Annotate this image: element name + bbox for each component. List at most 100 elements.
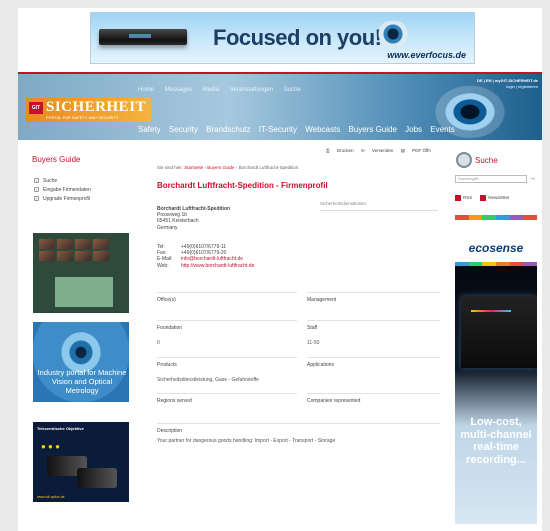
menu-item-enter-data[interactable]: › Eingabe Firmendaten — [34, 185, 91, 194]
companies-label: Companies represented — [307, 398, 361, 404]
applications-label: Applications — [307, 362, 334, 368]
arrow-icon: › — [34, 187, 39, 192]
site-logo[interactable]: GIT SICHERHEIT PORTAL FÜR SAFETY UND SEC… — [26, 98, 151, 122]
offices-label: Office(s) — [157, 297, 176, 303]
light-dots-icon: ● ● ● — [41, 442, 60, 451]
top-nav-item[interactable]: Veranstaltungen — [230, 87, 273, 93]
staff-label: Staff — [307, 325, 318, 331]
products-label: Products — [157, 362, 177, 368]
offices-section: Office(s) — [157, 292, 297, 303]
main-nav: Safety Security Brandschutz IT-Security … — [138, 125, 461, 134]
top-banner-ad[interactable]: Focused on you! www.everfocus.de — [90, 12, 475, 64]
contact-info: Tel: +49(0)6107/6779-11 Fax: +49(0)6107/67… — [157, 244, 254, 269]
main-nav-item[interactable]: Buyers Guide — [348, 125, 396, 134]
main-nav-item[interactable]: Safety — [138, 125, 161, 134]
site-header: Home Messages Media Veranstaltungen Such… — [18, 72, 542, 140]
color-stripe — [455, 215, 538, 220]
page-actions: ⎙ Drucken ✉ Versenden ▤ PDF Öffn — [320, 148, 431, 154]
newsletter-label: Newsletter — [488, 195, 510, 201]
ecosense-logo[interactable]: ecosense — [455, 235, 537, 261]
send-button[interactable]: ✉ Versenden — [361, 148, 394, 153]
search-submit-arrow-icon[interactable]: → — [529, 175, 537, 183]
arrow-icon: › — [34, 178, 39, 183]
dvr-device-image — [99, 29, 187, 45]
rss-link[interactable]: RSS — [455, 195, 472, 201]
menu-item-upgrade[interactable]: › Upgrade Firmenprofil — [34, 194, 91, 203]
search-input[interactable]: Suchbegriff... — [455, 175, 527, 183]
breadcrumb: Sie sind hier: Startseite › Buyers Guide… — [157, 165, 299, 170]
ad-tagline: Focused on you! — [213, 25, 382, 50]
menu-item-label: Upgrade Firmenprofil — [43, 195, 90, 202]
breadcrumb-current: Borchardt Luftfracht-Spedition — [238, 165, 299, 170]
management-label: Management — [307, 297, 337, 303]
main-nav-item[interactable]: Jobs — [405, 125, 422, 134]
description-section: Description Your partner for dangerous g… — [157, 423, 440, 444]
lens-image — [77, 468, 117, 488]
top-nav-item[interactable]: Home — [138, 87, 154, 93]
regions-label: Regions served — [157, 398, 192, 404]
ad-lens-header: Telecentrische Objektive — [37, 426, 84, 431]
pdf-label: PDF Öffn — [412, 148, 431, 153]
page-title: Borchardt Luftfracht-Spedition - Firmenp… — [157, 181, 328, 190]
web-link[interactable]: http://www.borchardt-luftfracht.de — [181, 263, 254, 269]
left-ad-lenses[interactable]: Telecentrische Objektive ● ● ● www.sill-… — [33, 422, 129, 502]
description-label: Description — [157, 428, 183, 434]
ad-machine-vision-text: Industry portal for Machine Vision and O… — [37, 368, 127, 395]
eye-image — [371, 21, 415, 47]
menu-item-label: Suche — [43, 177, 58, 184]
print-label: Drucken — [336, 148, 354, 153]
left-ad-machine-vision[interactable]: Industry portal for Machine Vision and O… — [33, 322, 129, 402]
arrow-icon: › — [34, 196, 39, 201]
products-section: Products Sicherheitsdienstleistung, Gase… — [157, 357, 297, 383]
top-nav-item[interactable]: Messages — [165, 87, 192, 93]
address-line: Germany — [157, 224, 178, 231]
management-section: Management — [307, 292, 440, 303]
main-nav-item[interactable]: IT-Security — [259, 125, 297, 134]
logo-tagline: PORTAL FÜR SAFETY UND SECURITY — [46, 115, 119, 120]
right-ad-recorder[interactable]: Low-cost, multi-channel real-time record… — [455, 266, 537, 524]
ad-url: www.everfocus.de — [387, 50, 466, 60]
main-nav-item[interactable]: Security — [169, 125, 198, 134]
newsletter-link[interactable]: Newsletter — [480, 195, 510, 201]
staff-section: Staff 11-50 — [307, 320, 440, 346]
breadcrumb-link[interactable]: Buyers Guide — [207, 165, 234, 170]
recorder-device-image — [461, 296, 537, 368]
feed-links: RSS Newsletter — [455, 195, 510, 201]
menu-item-label: Eingabe Firmendaten — [43, 186, 91, 193]
breadcrumb-prefix: Sie sind hier: — [157, 165, 184, 170]
rss-icon — [455, 195, 461, 201]
main-nav-item[interactable]: Webcasts — [305, 125, 340, 134]
description-value: Your partner for dangerous goods handlin… — [157, 438, 336, 444]
breadcrumb-link[interactable]: Startseite — [184, 165, 203, 170]
ad-recorder-text: Low-cost, multi-channel real-time record… — [460, 416, 532, 466]
pdf-button[interactable]: ▤ PDF Öffn — [401, 148, 431, 153]
applications-section: Applications — [307, 357, 440, 368]
top-nav-item[interactable]: Suche — [284, 87, 301, 93]
companies-section: Companies represented — [307, 393, 440, 404]
company-address: Borchardt Luftfracht-Spedition Posseweg … — [157, 206, 230, 231]
menu-item-search[interactable]: › Suche — [34, 176, 91, 185]
magnifier-icon — [456, 152, 472, 168]
search-title: Suche — [475, 155, 498, 165]
search-heading: Suche — [456, 152, 498, 168]
regions-section: Regions served — [157, 393, 297, 404]
login-links: DE | EN | myGIT-SICHERHEIT.de login | re… — [477, 78, 538, 90]
ad-lens-footer: www.sill-optics.de — [37, 495, 65, 499]
login-register-links[interactable]: login | registrieren — [477, 84, 538, 90]
buyers-guide-menu: › Suche › Eingabe Firmendaten › Upgrade Fir… — [34, 176, 91, 203]
logo-word: SICHERHEIT — [46, 99, 147, 115]
contact-row: Web: http://www.borchardt-luftfracht.de — [157, 263, 254, 269]
products-value: Sicherheitsdienstleistung, Gase - Gefahr… — [157, 377, 259, 383]
contact-key: Web: — [157, 262, 169, 269]
staff-value: 11-50 — [307, 340, 320, 346]
top-nav: Home Messages Media Veranstaltungen Such… — [138, 87, 310, 93]
top-nav-item[interactable]: Media — [203, 87, 219, 93]
logo-git: GIT — [29, 102, 43, 114]
left-ad-monitoring[interactable] — [33, 233, 129, 313]
foundation-label: Foundation — [157, 325, 183, 331]
print-button[interactable]: ⎙ Drucken — [326, 148, 354, 153]
monitor-wall-image — [39, 239, 109, 261]
main-nav-item[interactable]: Events — [430, 125, 454, 134]
foundation-value: 0 — [157, 340, 160, 346]
main-nav-item[interactable]: Brandschutz — [206, 125, 250, 134]
